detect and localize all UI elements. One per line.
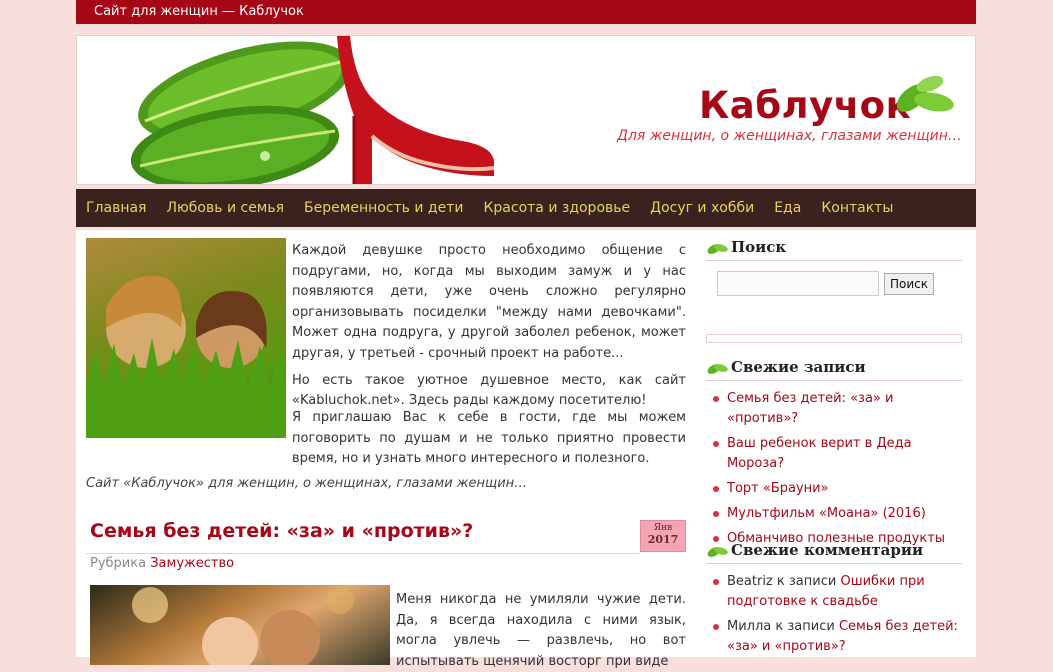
recent-posts-widget: Свежие записи Семья без детей: «за» и «п… [706,358,962,554]
comment-author: Милла [727,619,772,634]
site-title[interactable]: Каблучок [699,84,911,127]
search-widget-title: Поиск [706,238,962,261]
nav-item-love[interactable]: Любовь и семья [166,200,284,216]
top-bar: Сайт для женщин — Каблучок [76,0,976,24]
nav-item-contacts[interactable]: Контакты [821,200,893,216]
post-photo [90,585,390,665]
site-tagline: Для женщин, о женщинах, глазами женщин… [617,128,962,144]
intro-signature: Сайт «Каблучок» для женщин, о женщинах, … [86,476,528,491]
post-excerpt: Меня никогда не умиляли чужие дети. Да, … [396,592,686,669]
post-date-month: Янв [653,523,673,533]
recent-comment-item: Beatriz к записи Ошибки при подготовке к… [711,572,962,612]
intro-photo [86,238,286,438]
leaf-icon [707,364,728,374]
women-in-grass-image [86,276,286,438]
nav-item-home[interactable]: Главная [86,200,146,216]
leaf-icon [707,244,728,254]
sidebar-divider [706,334,962,343]
nav-item-pregnancy[interactable]: Беременность и дети [304,200,463,216]
logo-leaf-icon [896,75,954,112]
recent-comments-list: Beatriz к записи Ошибки при подготовке к… [706,572,962,657]
comment-connector: к записи [775,619,835,634]
post-header: Семья без детей: «за» и «против»? Янв 20… [86,518,686,554]
family-photo-image [132,586,354,665]
comment-author: Beatriz [727,574,773,589]
post-category: Рубрика Замужество [90,556,234,571]
recent-comments-widget: Свежие комментарии Beatriz к записи Ошиб… [706,541,962,662]
intro-paragraph-2: Но есть такое уютное душевное место, как… [292,372,686,409]
recent-comment-item: Милла к записи Семья без детей: «за» и «… [711,617,962,657]
post-date-badge: Янв 2017 [640,520,686,552]
recent-posts-title: Свежие записи [706,358,962,381]
post-category-label: Рубрика [90,556,147,571]
search-input[interactable] [717,271,879,296]
header-banner: Каблучок Для женщин, о женщинах, глазами… [76,35,976,185]
intro-text: Каждой девушке просто необходимо общение… [292,241,686,412]
search-button[interactable]: Поиск [884,272,935,295]
intro-paragraph-3: Я приглашаю Вас к себе в гости, где мы м… [292,410,686,467]
recent-comments-title: Свежие комментарии [706,541,962,564]
recent-post-item[interactable]: Мультфильм «Моана» (2016) [711,504,962,524]
recent-post-item[interactable]: Ваш ребенок верит в Деда Мороза? [711,434,962,474]
recent-post-item[interactable]: Торт «Брауни» [711,479,962,499]
nav-item-food[interactable]: Еда [774,200,801,216]
recent-post-item[interactable]: Семья без детей: «за» и «против»? [711,389,962,429]
content-area: Каждой девушке просто необходимо общение… [76,230,976,669]
leaves-illustration [130,41,352,184]
post-category-link[interactable]: Замужество [150,556,234,571]
main-nav: Главная Любовь и семья Беременность и де… [76,189,976,227]
post-divider [86,553,640,554]
post-title[interactable]: Семья без детей: «за» и «против»? [90,520,473,542]
site-top-title[interactable]: Сайт для женщин — Каблучок [94,4,304,19]
recent-posts-title-text: Свежие записи [731,358,866,376]
leaf-icon [707,547,728,557]
search-title-text: Поиск [731,238,787,256]
search-widget: Поиск Поиск [706,238,962,343]
recent-comments-title-text: Свежие комментарии [731,541,924,559]
nav-item-beauty[interactable]: Красота и здоровье [483,200,630,216]
nav-item-leisure[interactable]: Досуг и хобби [650,200,754,216]
recent-posts-list: Семья без детей: «за» и «против»? Ваш ре… [706,389,962,549]
intro-paragraph-1: Каждой девушке просто необходимо общение… [292,243,686,361]
post-date-year: 2017 [647,533,679,546]
search-row: Поиск [706,271,962,296]
red-shoe-illustration [337,36,495,184]
comment-connector: к записи [776,574,837,589]
